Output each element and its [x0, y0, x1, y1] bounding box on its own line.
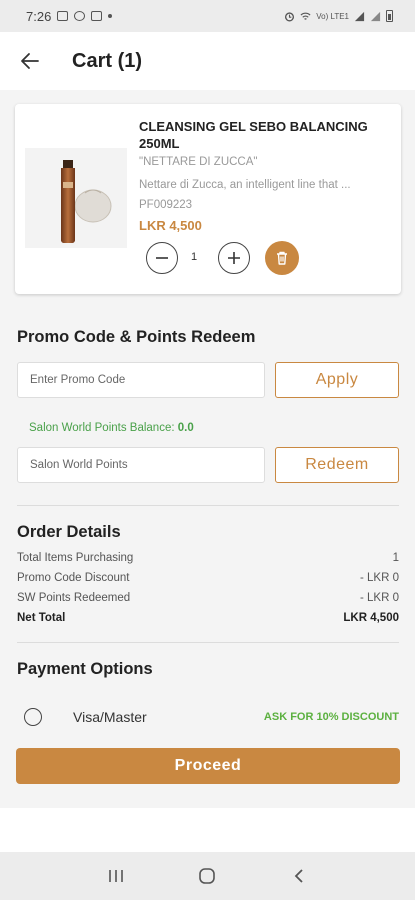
promo-section-title: Promo Code & Points Redeem [17, 328, 256, 346]
order-row-label: Promo Code Discount [17, 572, 130, 584]
wifi-icon [300, 12, 311, 20]
order-row-net-total: Net Total LKR 4,500 [17, 612, 399, 624]
system-back-button[interactable] [279, 856, 319, 896]
order-row-label: Total Items Purchasing [17, 552, 134, 564]
page-title: Cart (1) [72, 49, 143, 72]
divider [17, 505, 399, 506]
product-code: PF009223 [139, 199, 193, 211]
home-icon [199, 868, 216, 884]
promo-code-input[interactable] [17, 362, 265, 398]
alarm-icon [285, 11, 295, 21]
system-nav-bar [0, 852, 415, 900]
remove-item-button[interactable] [265, 241, 299, 275]
quantity-value: 1 [191, 251, 198, 263]
product-subtitle: "NETTARE DI ZUCCA" [139, 156, 258, 168]
gallery-icon [57, 11, 69, 21]
points-balance-value: 0.0 [177, 422, 194, 434]
points-input[interactable] [17, 447, 265, 483]
increase-quantity-button[interactable] [218, 242, 250, 274]
redeem-button[interactable]: Redeem [275, 447, 399, 483]
recent-apps-icon [109, 870, 123, 882]
app-bar: Cart (1) [0, 32, 415, 90]
more-notifications-icon [108, 14, 113, 18]
notification-icon [91, 11, 103, 21]
order-row-label: SW Points Redeemed [17, 592, 131, 604]
recent-apps-button[interactable] [96, 856, 136, 896]
payment-options-title: Payment Options [17, 660, 153, 678]
battery-icon [386, 10, 393, 22]
discount-badge: ASK FOR 10% DISCOUNT [263, 711, 399, 723]
order-row-label: Net Total [17, 612, 66, 624]
order-row-points-redeemed: SW Points Redeemed - LKR 0 [17, 592, 399, 604]
product-name: CLEANSING GEL SEBO BALANCING 250ML [139, 119, 368, 151]
order-row-value: - LKR 0 [360, 572, 399, 584]
network-type-label: Vo) LTE1 [316, 11, 349, 21]
product-image [25, 148, 127, 248]
chevron-left-icon [294, 869, 303, 883]
apply-button[interactable]: Apply [275, 362, 399, 398]
order-row-value: LKR 4,500 [343, 612, 399, 624]
minus-icon [156, 257, 168, 259]
divider [17, 642, 399, 643]
points-balance: Salon World Points Balance: 0.0 [29, 422, 194, 434]
status-time: 7:26 [26, 8, 52, 24]
product-description: Nettare di Zucca, an intelligent line th… [139, 179, 351, 191]
points-balance-label: Salon World Points Balance: [29, 422, 175, 434]
proceed-button[interactable]: Proceed [16, 748, 400, 784]
trash-icon [277, 251, 287, 265]
app-icon [74, 11, 86, 21]
status-bar: 7:26 Vo) LTE1 [0, 0, 415, 32]
back-button[interactable] [0, 32, 60, 90]
product-price: LKR 4,500 [139, 218, 202, 233]
plus-icon [228, 252, 240, 264]
arrow-left-icon [21, 53, 39, 69]
decrease-quantity-button[interactable] [146, 242, 178, 274]
cart-item-card[interactable]: CLEANSING GEL SEBO BALANCING 250ML "NETT… [15, 104, 401, 294]
order-row-value: 1 [392, 552, 399, 564]
order-details-title: Order Details [17, 523, 121, 541]
order-row-promo-discount: Promo Code Discount - LKR 0 [17, 572, 399, 584]
payment-option-label[interactable]: Visa/Master [73, 709, 147, 725]
order-row-total-items: Total Items Purchasing 1 [17, 552, 399, 564]
signal-icon [354, 11, 365, 21]
visa-master-radio[interactable] [24, 708, 42, 726]
home-button[interactable] [187, 856, 227, 896]
signal-2-icon [370, 11, 381, 21]
order-row-value: - LKR 0 [360, 592, 399, 604]
